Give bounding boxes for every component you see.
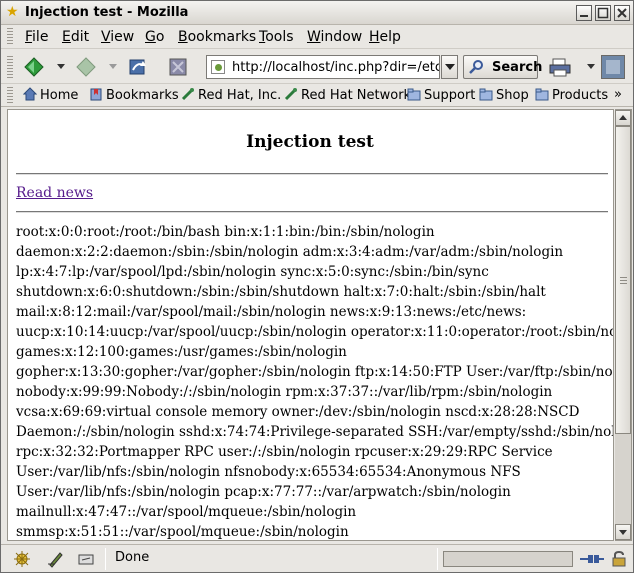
divider [16,173,608,175]
navigator-icon[interactable] [13,550,31,568]
page-heading: Injection test [246,132,374,152]
bookmark-label: Red Hat Network [301,88,412,103]
divider [105,548,106,570]
search-button[interactable]: Search [463,55,542,79]
irc-chat-icon[interactable] [77,550,95,568]
forward-icon[interactable] [75,56,97,78]
maximize-icon [597,7,609,19]
vertical-scrollbar[interactable] [615,109,632,541]
divider [16,211,608,213]
back-dropdown-icon[interactable] [57,64,65,69]
navigation-toolbar: http://localhost/inc.php?dir=/etc&file=p… [1,50,633,84]
reload-icon[interactable] [127,56,149,78]
passwd-line: lp:x:4:7:lp:/var/spool/lpd:/sbin/nologin… [16,264,489,280]
toolbar-grip[interactable] [7,28,13,46]
bookmark-label: Red Hat, Inc. [198,88,282,103]
bookmark-label: Home [40,88,79,103]
bookmark-folder-shop[interactable]: Shop [479,87,529,105]
menu-go[interactable]: Go [145,29,164,45]
progress-meter [443,551,573,567]
folder-icon [407,88,421,101]
menu-bookmarks[interactable]: Bookmarks [178,29,256,45]
personal-toolbar: Home Bookmarks Red Hat, Inc. Red Hat Net… [1,85,633,107]
passwd-line: mailnull:x:47:47::/var/spool/mqueue:/sbi… [16,504,357,520]
passwd-line: mail:x:8:12:mail:/var/spool/mail:/sbin/n… [16,304,527,320]
scroll-up-arrow[interactable] [615,110,631,126]
passwd-line: shutdown:x:6:0:shutdown:/sbin:/sbin/shut… [16,284,546,300]
browser-window: ★ Injection test - Mozilla File Edit Vie… [0,0,634,573]
bookmark-label: Products [552,88,609,103]
passwd-line: gopher:x:13:30:gopher:/var/gopher:/sbin/… [16,364,614,380]
search-label: Search [492,60,543,75]
bookmark-label: Bookmarks [106,88,179,103]
page-content: Injection test Read news root:x:0:0:root… [7,109,614,541]
url-text: http://localhost/inc.php?dir=/etc&file=p… [232,60,440,75]
minimize-icon [580,15,588,17]
menu-file[interactable]: File [25,29,48,45]
maximize-button[interactable] [595,5,611,21]
menu-help[interactable]: Help [369,29,401,45]
passwd-line: nobody:x:99:99:Nobody:/:/sbin/nologin rp… [16,384,553,400]
passwd-line: uucp:x:10:14:uucp:/var/spool/uucp:/sbin/… [16,324,614,340]
passwd-line: vcsa:x:69:69:virtual console memory owne… [16,404,580,420]
scroll-down-arrow[interactable] [615,524,631,540]
menu-bar: File Edit View Go Bookmarks Tools Window… [1,25,633,49]
page-icon [211,60,225,74]
passwd-line: User:/var/lib/nfs:/sbin/nologin nfsnobod… [16,464,521,480]
star-icon: ★ [6,4,19,20]
read-news-link[interactable]: Read news [16,185,93,201]
close-icon [617,8,627,18]
passwd-line: User:/var/lib/nfs:/sbin/nologin pcap:x:7… [16,484,511,500]
security-lock-icon[interactable] [612,551,626,567]
home-icon [23,87,37,101]
scroll-thumb[interactable] [615,126,631,434]
passwd-line: daemon:x:2:2:daemon:/sbin:/sbin/nologin … [16,244,564,260]
online-status-icon[interactable] [579,551,605,567]
bookmark-label: Shop [496,88,529,103]
toolbar-grip[interactable] [7,56,13,78]
print-icon[interactable] [549,56,571,78]
bookmark-bookmarks[interactable]: Bookmarks [89,87,179,105]
minimize-button[interactable] [576,5,592,21]
folder-icon [479,88,493,101]
toolbar-grip[interactable] [7,87,13,105]
url-input[interactable]: http://localhost/inc.php?dir=/etc&file=p… [206,55,440,79]
stop-icon[interactable] [167,56,189,78]
passwd-output: root:x:0:0:root:/root:/bin/bash bin:x:1:… [16,222,614,540]
passwd-line: smmsp:x:51:51::/var/spool/mqueue:/sbin/n… [16,524,349,540]
status-bar: Done [1,544,633,572]
menu-edit[interactable]: Edit [62,29,89,45]
search-icon [469,60,483,74]
back-icon[interactable] [23,56,45,78]
passwd-line: root:x:0:0:root:/root:/bin/bash bin:x:1:… [16,224,435,240]
forward-dropdown-icon[interactable] [109,64,117,69]
title-bar[interactable]: ★ Injection test - Mozilla [1,1,633,25]
bookmarks-icon [90,88,102,101]
bookmark-link-icon [181,88,194,101]
bookmark-red-hat-network[interactable]: Red Hat Network [284,87,411,105]
bookmark-folder-support[interactable]: Support [407,87,475,105]
composer-icon[interactable] [47,550,65,568]
menu-view[interactable]: View [101,29,134,45]
close-button[interactable] [614,5,630,21]
status-text: Done [115,550,150,565]
bookmark-label: Support [424,88,476,103]
passwd-line: Daemon:/:/sbin/nologin sshd:x:74:74:Priv… [16,424,614,440]
toolbar-overflow-chevron[interactable]: » [614,87,622,102]
bookmark-folder-products[interactable]: Products [535,87,608,105]
bookmark-link-icon [284,88,297,101]
bookmark-red-hat-inc[interactable]: Red Hat, Inc. [181,87,281,105]
divider [437,548,438,570]
throbber-icon[interactable] [601,55,625,79]
url-history-dropdown[interactable] [441,55,458,79]
bookmark-home[interactable]: Home [23,87,78,105]
menu-tools[interactable]: Tools [259,29,294,45]
passwd-line: games:x:12:100:games:/usr/games:/sbin/no… [16,344,347,360]
menu-window[interactable]: Window [307,29,362,45]
window-title: Injection test - Mozilla [25,5,189,20]
folder-icon [535,88,549,101]
passwd-line: rpc:x:32:32:Portmapper RPC user:/:/sbin/… [16,444,553,460]
print-dropdown-icon[interactable] [587,64,595,69]
